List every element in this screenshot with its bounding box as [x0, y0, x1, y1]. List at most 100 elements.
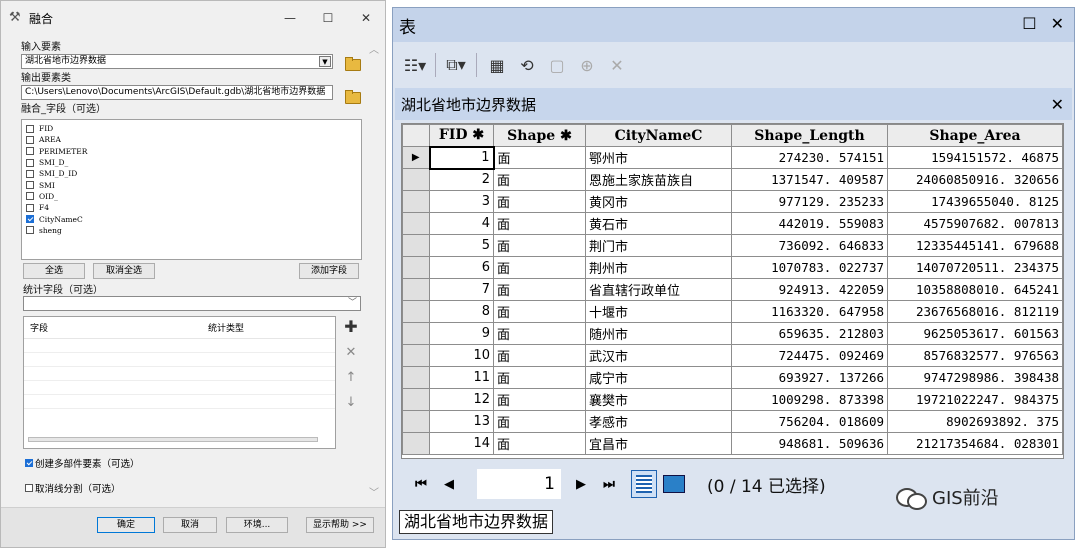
- cell-shape-area[interactable]: 21217354684. 028301: [887, 432, 1063, 455]
- cell-shape-area[interactable]: 24060850916. 320656: [887, 168, 1063, 191]
- cell-shape-length[interactable]: 924913. 422059: [731, 278, 888, 301]
- cell-cityname[interactable]: 襄樊市: [585, 388, 732, 411]
- table-row[interactable]: 3 面黄冈市 977129. 235233 17439655040. 8125: [402, 190, 1063, 213]
- cell-cityname[interactable]: 咸宁市: [585, 366, 732, 389]
- minimize-button[interactable]: —: [271, 1, 309, 35]
- table-row[interactable]: 5 面荆门市 736092. 646833 12335445141. 679688: [402, 234, 1063, 257]
- row-selector[interactable]: [402, 432, 430, 455]
- cell-shape-length[interactable]: 1009298. 873398: [731, 388, 888, 411]
- cell-shape[interactable]: 面: [493, 212, 586, 235]
- table-row[interactable]: 10 面武汉市 724475. 092469 8576832577. 976563: [402, 344, 1063, 367]
- zoom-to-selected-icon[interactable]: ⊕: [575, 53, 599, 77]
- checkbox[interactable]: [26, 147, 34, 156]
- column-header-fid[interactable]: FID ✱: [429, 124, 494, 147]
- checkbox[interactable]: [26, 192, 34, 201]
- field-checkbox-row[interactable]: SMI: [26, 179, 357, 190]
- checkbox[interactable]: [26, 181, 34, 190]
- current-record-input[interactable]: 1: [477, 469, 561, 499]
- maximize-button[interactable]: ☐: [309, 1, 347, 35]
- cell-shape-area[interactable]: 10358808010. 645241: [887, 278, 1063, 301]
- cell-cityname[interactable]: 荆州市: [585, 256, 732, 279]
- checkbox[interactable]: [26, 169, 34, 178]
- table-row[interactable]: 9 面随州市 659635. 212803 9625053617. 601563: [402, 322, 1063, 345]
- row-selector[interactable]: [402, 300, 430, 323]
- checkbox[interactable]: [25, 484, 33, 492]
- cell-cityname[interactable]: 鄂州市: [585, 146, 732, 169]
- close-icon[interactable]: ✕: [1051, 14, 1064, 33]
- cell-cityname[interactable]: 恩施土家族苗族自: [585, 168, 732, 191]
- cell-shape[interactable]: 面: [493, 278, 586, 301]
- cell-fid[interactable]: 11: [429, 366, 494, 389]
- table-row[interactable]: 8 面十堰市 1163320. 647958 23676568016. 812119: [402, 300, 1063, 323]
- field-checkbox-row[interactable]: PERIMETER: [26, 146, 357, 157]
- cell-cityname[interactable]: 黄石市: [585, 212, 732, 235]
- field-checkbox-row[interactable]: sheng: [26, 225, 357, 236]
- table-row[interactable]: 7 面省直辖行政单位 924913. 422059 10358808010. 6452…: [402, 278, 1063, 301]
- table-row[interactable]: [24, 353, 335, 367]
- column-header-cityname[interactable]: CityNameC: [585, 124, 732, 147]
- column-header-shape[interactable]: Shape ✱: [493, 124, 586, 147]
- checkbox[interactable]: [26, 135, 34, 144]
- cell-fid[interactable]: 13: [429, 410, 494, 433]
- cell-shape[interactable]: 面: [493, 234, 586, 257]
- row-selector[interactable]: [402, 168, 430, 191]
- table-row[interactable]: [24, 395, 335, 409]
- row-selector[interactable]: [402, 278, 430, 301]
- cell-fid[interactable]: 2: [429, 168, 494, 191]
- input-features-select[interactable]: 湖北省地市边界数据 ▼: [21, 54, 333, 69]
- cancel-button[interactable]: 取消: [163, 517, 217, 533]
- cell-shape-area[interactable]: 1594151572. 46875: [887, 146, 1063, 169]
- cell-shape[interactable]: 面: [493, 432, 586, 455]
- column-header-shape-area[interactable]: Shape_Area: [887, 124, 1063, 147]
- cell-shape-area[interactable]: 19721022247. 984375: [887, 388, 1063, 411]
- cell-shape[interactable]: 面: [493, 168, 586, 191]
- cell-shape[interactable]: 面: [493, 146, 586, 169]
- table-row[interactable]: [24, 367, 335, 381]
- row-selector[interactable]: [402, 322, 430, 345]
- field-checkbox-row[interactable]: F4: [26, 202, 357, 213]
- statistics-field-select[interactable]: ﹀: [23, 296, 361, 311]
- cell-fid[interactable]: 8: [429, 300, 494, 323]
- column-header-shape-length[interactable]: Shape_Length: [731, 124, 888, 147]
- cell-cityname[interactable]: 武汉市: [585, 344, 732, 367]
- unselect-all-button[interactable]: 取消全选: [93, 263, 155, 279]
- show-all-records-icon[interactable]: [631, 470, 657, 498]
- cell-shape-area[interactable]: 23676568016. 812119: [887, 300, 1063, 323]
- maximize-icon[interactable]: ☐: [1022, 14, 1036, 33]
- clear-selection-icon[interactable]: ▢: [545, 53, 569, 77]
- row-selector[interactable]: [402, 366, 430, 389]
- cell-shape-length[interactable]: 977129. 235233: [731, 190, 888, 213]
- cell-shape-area[interactable]: 8576832577. 976563: [887, 344, 1063, 367]
- cell-shape-area[interactable]: 8902693892. 375: [887, 410, 1063, 433]
- table-row[interactable]: [24, 381, 335, 395]
- cell-fid[interactable]: 4: [429, 212, 494, 235]
- cell-shape[interactable]: 面: [493, 388, 586, 411]
- field-checkbox-row[interactable]: FID: [26, 123, 357, 134]
- arrow-down-icon[interactable]: ↓: [343, 395, 359, 411]
- cell-shape[interactable]: 面: [493, 190, 586, 213]
- cell-shape-length[interactable]: 724475. 092469: [731, 344, 888, 367]
- environments-button[interactable]: 环境...: [226, 517, 288, 533]
- cell-cityname[interactable]: 省直辖行政单位: [585, 278, 732, 301]
- table-tab[interactable]: 湖北省地市边界数据: [399, 510, 554, 534]
- multipart-option[interactable]: 创建多部件要素（可选）: [25, 456, 140, 470]
- cell-shape[interactable]: 面: [493, 300, 586, 323]
- arrow-up-icon[interactable]: ↑: [343, 370, 359, 386]
- table-row[interactable]: 4 面黄石市 442019. 559083 4575907682. 007813: [402, 212, 1063, 235]
- cell-cityname[interactable]: 黄冈市: [585, 190, 732, 213]
- folder-open-icon[interactable]: [344, 56, 361, 71]
- add-icon[interactable]: ✚: [343, 319, 359, 335]
- field-checkbox-row[interactable]: CityNameC: [26, 213, 357, 224]
- close-icon[interactable]: ✕: [1051, 95, 1064, 114]
- cell-shape-length[interactable]: 693927. 137266: [731, 366, 888, 389]
- cell-shape-length[interactable]: 736092. 646833: [731, 234, 888, 257]
- cell-fid[interactable]: 9: [429, 322, 494, 345]
- cell-shape-area[interactable]: 17439655040. 8125: [887, 190, 1063, 213]
- row-selector[interactable]: ▶: [402, 146, 430, 169]
- delete-icon[interactable]: ✕: [343, 345, 359, 361]
- row-selector[interactable]: [402, 234, 430, 257]
- horizontal-scrollbar[interactable]: [28, 437, 318, 442]
- last-record-icon[interactable]: ⏭: [595, 477, 623, 492]
- chevron-down-icon[interactable]: ▼: [319, 56, 331, 67]
- cell-shape-length[interactable]: 1371547. 409587: [731, 168, 888, 191]
